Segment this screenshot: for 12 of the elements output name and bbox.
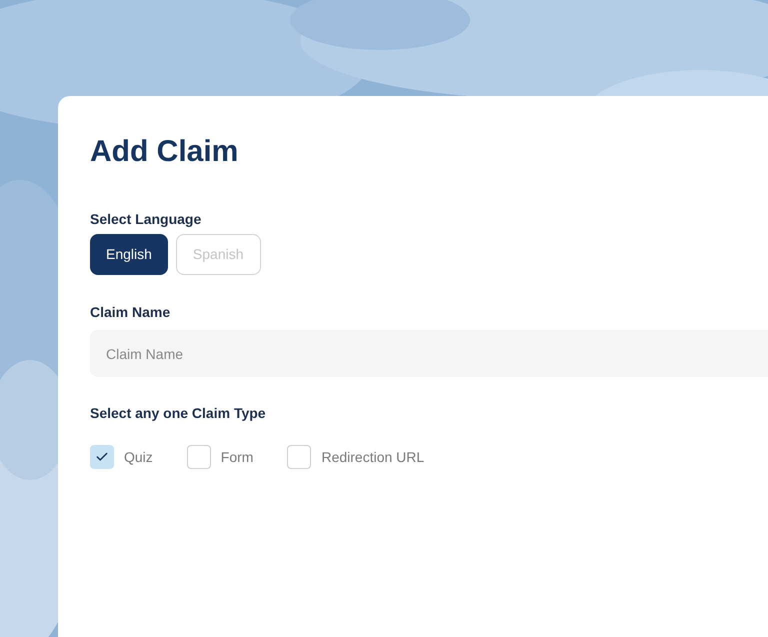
language-toggle[interactable]: English	[90, 234, 168, 275]
checkbox[interactable]	[90, 445, 114, 469]
claim-name-field[interactable]: Claim Name	[90, 330, 768, 377]
checkbox[interactable]	[186, 445, 211, 469]
section-label: Select Language	[90, 210, 202, 229]
page-title: Add Claim	[90, 134, 238, 170]
checkbox[interactable]	[287, 445, 312, 469]
section-label: Select any one Claim Type	[90, 404, 266, 423]
field-label: Claim Name	[90, 303, 170, 322]
checkbox-label: Form	[220, 448, 254, 466]
checkbox-label: Quiz	[124, 448, 153, 467]
checkbox-label: Redirection URL	[321, 448, 424, 466]
